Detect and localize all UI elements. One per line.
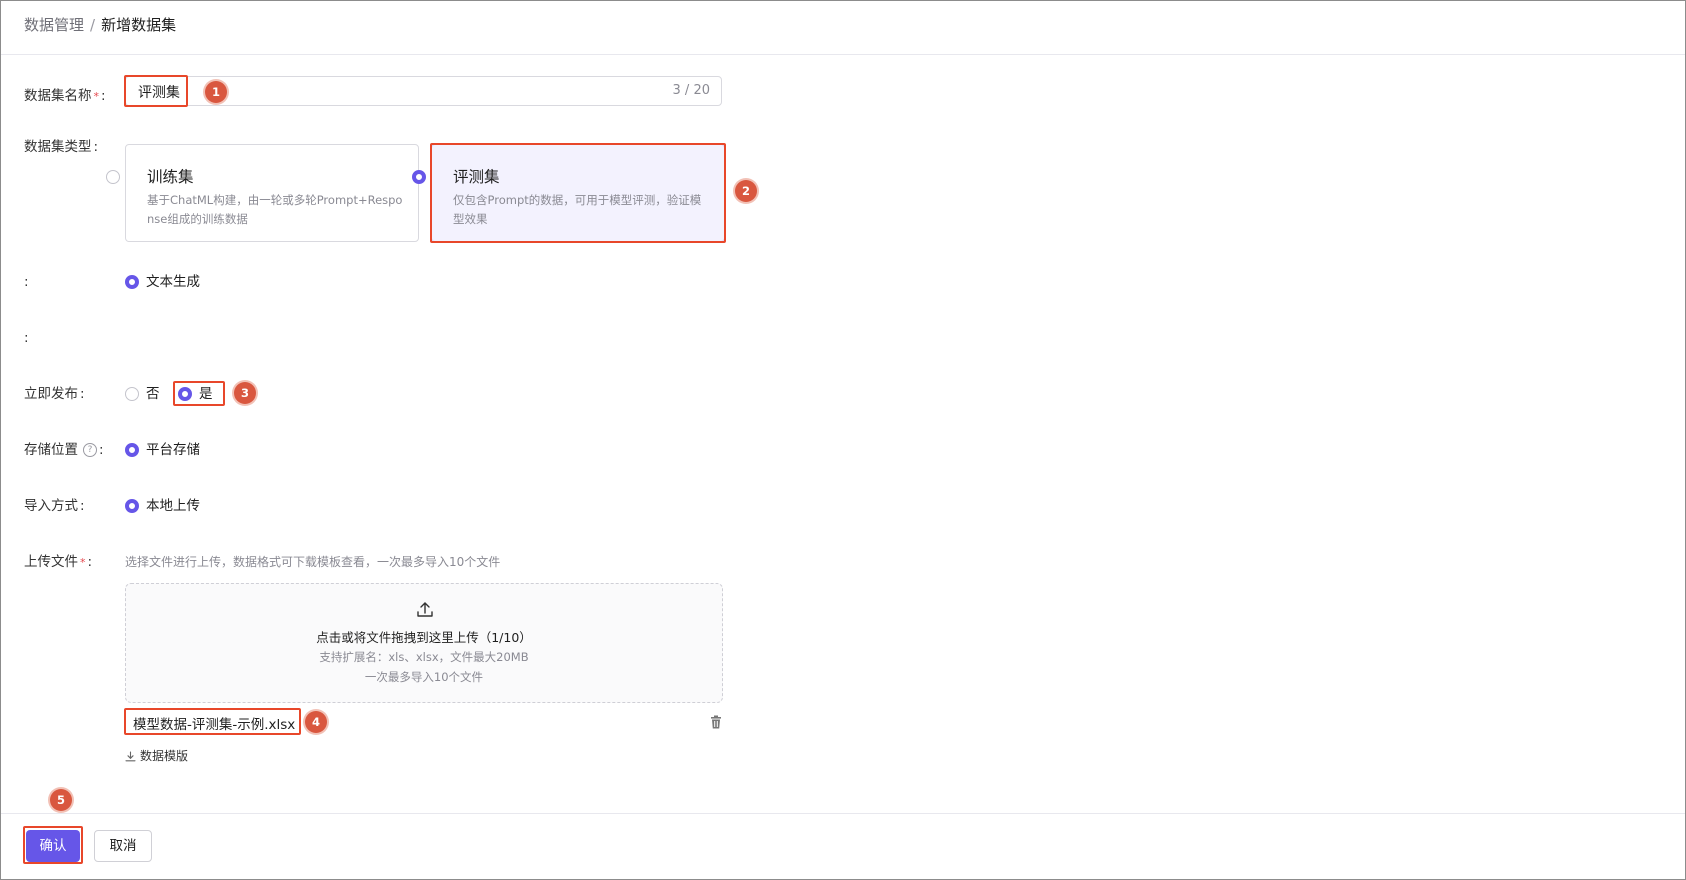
- type-card-title: 训练集: [147, 168, 194, 186]
- highlight-box-4: [124, 708, 301, 735]
- page-header: 数据管理 / 新增数据集: [1, 1, 1685, 55]
- cancel-button[interactable]: 取消: [94, 830, 152, 862]
- unnamed-label-1: :: [24, 274, 29, 290]
- step-badge-5: 5: [50, 789, 72, 811]
- trash-icon[interactable]: [710, 715, 722, 729]
- type-radio-train[interactable]: [106, 169, 120, 184]
- highlight-box-3: [173, 381, 225, 406]
- template-link-text: 数据模版: [140, 749, 189, 763]
- upload-dropzone[interactable]: 点击或将文件拖拽到这里上传（1/10） 支持扩展名：xls、xlsx，文件最大2…: [125, 583, 723, 703]
- required-mark: *: [93, 90, 100, 103]
- import-option[interactable]: 本地上传: [125, 497, 200, 515]
- publish-no-text: 否: [146, 386, 160, 402]
- name-label: 数据集名称 *:: [24, 88, 106, 104]
- publish-option-no[interactable]: 否: [125, 385, 160, 403]
- generation-option[interactable]: 文本生成: [125, 273, 200, 291]
- type-card-desc: 基于ChatML构建，由一轮或多轮Prompt+Response组成的训练数据: [147, 193, 403, 226]
- breadcrumb-current: 新增数据集: [101, 16, 177, 34]
- dropzone-title: 点击或将文件拖拽到这里上传（1/10）: [316, 630, 532, 645]
- dropzone-limit: 一次最多导入10个文件: [364, 670, 484, 684]
- breadcrumb-parent[interactable]: 数据管理: [24, 16, 84, 34]
- dropzone-extensions: 支持扩展名：xls、xlsx，文件最大20MB: [319, 650, 529, 664]
- storage-option[interactable]: 平台存储: [125, 441, 200, 459]
- upload-hint: 选择文件进行上传，数据格式可下载模板查看，一次最多导入10个文件: [125, 555, 501, 569]
- step-badge-2: 2: [735, 180, 757, 202]
- publish-label: 立即发布:: [24, 386, 85, 402]
- download-icon: [125, 751, 136, 762]
- step-badge-1: 1: [205, 81, 227, 103]
- generation-option-text: 文本生成: [146, 274, 200, 290]
- type-card-train[interactable]: 训练集 基于ChatML构建，由一轮或多轮Prompt+Response组成的训…: [106, 144, 419, 242]
- storage-option-text: 平台存储: [146, 442, 200, 458]
- generation-radio[interactable]: [125, 275, 139, 289]
- storage-radio[interactable]: [125, 443, 139, 457]
- upload-icon: [417, 602, 433, 617]
- type-label: 数据集类型:: [24, 139, 99, 155]
- required-mark: *: [80, 556, 86, 569]
- page-frame: 数据管理 / 新增数据集 数据集名称 *: 评测集 3 / 20 1 数据集类型: 训…: [0, 0, 1686, 880]
- type-radio-eval[interactable]: [412, 169, 426, 184]
- highlight-box-1: [124, 75, 188, 107]
- breadcrumb: 数据管理 / 新增数据集: [24, 15, 176, 35]
- highlight-box-5: [23, 826, 83, 864]
- footer-bar: 确认 取消: [1, 813, 1685, 879]
- import-radio[interactable]: [125, 499, 139, 513]
- storage-label: 存储位置?:: [24, 442, 104, 458]
- template-download-link[interactable]: 数据模版: [125, 747, 188, 764]
- import-label: 导入方式:: [24, 498, 85, 514]
- publish-radio-no[interactable]: [125, 387, 139, 401]
- upload-label: 上传文件 *:: [24, 554, 93, 570]
- char-counter: 3 / 20: [672, 83, 710, 98]
- breadcrumb-separator: /: [90, 16, 96, 34]
- question-circle-icon[interactable]: ?: [83, 443, 97, 457]
- highlight-box-2: [430, 143, 726, 243]
- step-badge-4: 4: [305, 711, 327, 733]
- import-option-text: 本地上传: [146, 498, 200, 514]
- step-badge-3: 3: [234, 382, 256, 404]
- unnamed-label-2: :: [24, 330, 29, 346]
